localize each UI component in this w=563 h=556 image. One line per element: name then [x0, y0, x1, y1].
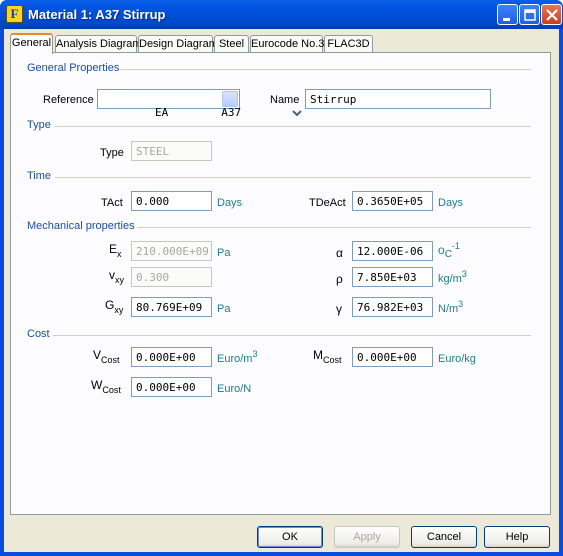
divider	[55, 177, 531, 178]
rho-unit: kg/m3	[438, 269, 467, 285]
vcost-input[interactable]: 0.000E+00	[131, 347, 212, 367]
cost-heading: Cost	[27, 328, 50, 340]
rho-input[interactable]: 7.850E+03	[352, 267, 433, 287]
ok-button[interactable]: OK	[257, 526, 323, 548]
alpha-input[interactable]: 12.000E-06	[352, 241, 433, 261]
tdeact-label: TDeAct	[309, 197, 346, 209]
cancel-button[interactable]: Cancel	[411, 526, 477, 548]
tab-flac3d[interactable]: FLAC3D	[324, 35, 373, 53]
time-heading: Time	[27, 170, 52, 182]
title-bar[interactable]: F Material 1: A37 Stirrup	[0, 0, 563, 29]
gamma-label: γ	[336, 302, 342, 316]
type-field: STEEL	[131, 141, 212, 161]
alpha-label: α	[336, 246, 343, 260]
maximize-button[interactable]	[519, 4, 540, 25]
tab-design-diagram[interactable]: Design Diagram	[138, 35, 218, 53]
reference-dropdown[interactable]: EA A37	[97, 89, 302, 119]
rho-label: ρ	[336, 272, 343, 286]
name-label: Name	[270, 94, 300, 106]
vcost-unit: Euro/m3	[217, 349, 258, 365]
minimize-button[interactable]	[497, 4, 518, 25]
mcost-label: MCost	[313, 348, 342, 365]
maximize-icon	[524, 9, 536, 21]
g-unit: Pa	[217, 303, 231, 315]
dialog-client: General Analysis Diagram Design Diagram …	[4, 29, 559, 552]
gamma-unit: N/m3	[438, 299, 464, 315]
divider	[53, 335, 531, 336]
type-label: Type	[100, 147, 124, 159]
close-icon	[546, 9, 558, 21]
tdeact-unit: Days	[438, 197, 464, 209]
reference-label: Reference	[43, 94, 94, 106]
nu-label: vxy	[109, 268, 124, 285]
divider	[121, 69, 531, 70]
tab-eurocode-no3[interactable]: Eurocode No.3	[250, 35, 324, 53]
type-heading: Type	[27, 119, 51, 131]
tact-label: TAct	[101, 197, 123, 209]
chevron-down-icon	[292, 110, 302, 117]
general-properties-heading: General Properties	[27, 62, 120, 74]
g-input[interactable]: 80.769E+09	[131, 297, 212, 317]
alpha-unit: oC-1	[438, 241, 460, 260]
name-input[interactable]: Stirrup	[305, 89, 491, 109]
ex-label: Ex	[109, 242, 122, 259]
help-button[interactable]: Help	[484, 526, 550, 548]
divider	[137, 227, 531, 228]
wcost-input[interactable]: 0.000E+00	[131, 377, 212, 397]
dialog-window: F Material 1: A37 Stirrup General Analys…	[0, 0, 563, 556]
ex-unit: Pa	[217, 247, 231, 259]
app-icon[interactable]: F	[6, 5, 23, 23]
gamma-input[interactable]: 76.982E+03	[352, 297, 433, 317]
wcost-unit: Euro/N	[217, 383, 252, 395]
mcost-unit: Euro/kg	[438, 353, 476, 365]
tab-analysis-diagram[interactable]: Analysis Diagram	[55, 35, 142, 53]
mcost-input[interactable]: 0.000E+00	[352, 347, 433, 367]
window-title: Material 1: A37 Stirrup	[28, 7, 166, 22]
tact-unit: Days	[217, 197, 243, 209]
divider	[55, 126, 531, 127]
tact-input[interactable]: 0.000	[131, 191, 212, 211]
ex-field: 210.000E+09	[131, 241, 212, 261]
g-label: Gxy	[105, 298, 124, 315]
mechanical-properties-heading: Mechanical properties	[27, 220, 135, 232]
tab-steel[interactable]: Steel	[214, 35, 249, 53]
tdeact-input[interactable]: 0.3650E+05	[352, 191, 433, 211]
general-panel: General Properties Reference EA A37 Name…	[10, 52, 551, 515]
dropdown-button[interactable]	[222, 91, 302, 117]
minimize-icon	[503, 18, 510, 21]
nu-field: 0.300	[131, 267, 212, 287]
apply-button[interactable]: Apply	[334, 526, 400, 548]
wcost-label: WCost	[91, 378, 121, 395]
vcost-label: VCost	[93, 348, 120, 365]
tab-general[interactable]: General	[10, 33, 53, 54]
close-button[interactable]	[541, 4, 562, 25]
